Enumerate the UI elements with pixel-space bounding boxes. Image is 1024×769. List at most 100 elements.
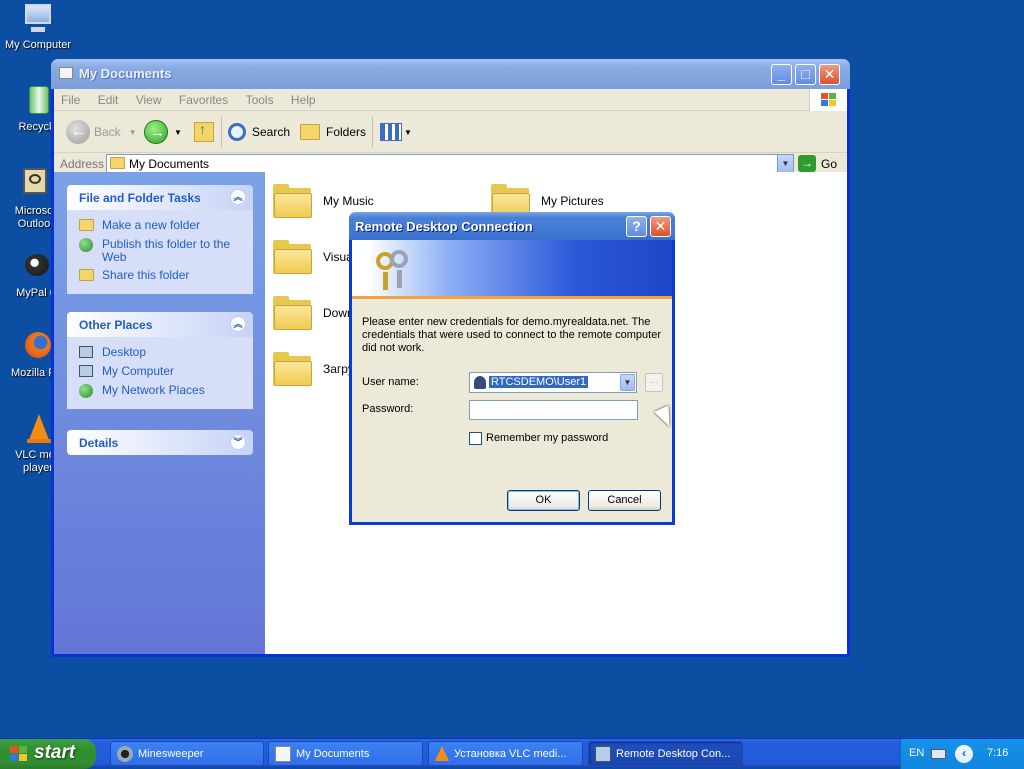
system-tray: EN ‹ 7:16 bbox=[900, 739, 1024, 769]
help-button[interactable]: ? bbox=[626, 216, 647, 237]
credentials-message: Please enter new credentials for demo.my… bbox=[362, 316, 661, 354]
folders-button[interactable]: Folders bbox=[300, 119, 366, 145]
menu-file[interactable]: File bbox=[54, 89, 87, 107]
new-folder-icon bbox=[79, 219, 95, 233]
search-label: Search bbox=[252, 125, 291, 139]
panel-body: Desktop My Computer My Network Places bbox=[67, 337, 253, 409]
computer-icon bbox=[21, 2, 55, 36]
menu-tools[interactable]: Tools bbox=[239, 89, 281, 107]
close-button[interactable]: ✕ bbox=[650, 216, 671, 237]
share-folder-icon bbox=[79, 269, 95, 283]
item-label: My Pictures bbox=[541, 194, 604, 208]
panel-title: Other Places bbox=[79, 318, 153, 332]
back-dropdown-icon: ▼ bbox=[128, 127, 137, 137]
ok-button[interactable]: OK bbox=[507, 490, 580, 511]
network-icon bbox=[79, 384, 95, 398]
go-arrow-icon[interactable]: → bbox=[798, 155, 816, 172]
taskbar-item-remote-desktop[interactable]: Remote Desktop Con... bbox=[588, 741, 743, 766]
task-label: Share this folder bbox=[102, 268, 190, 282]
remember-password-checkbox[interactable] bbox=[469, 432, 482, 445]
place-my-computer[interactable]: My Computer bbox=[79, 365, 243, 379]
clock[interactable]: 7:16 bbox=[987, 747, 1008, 759]
taskbar-item-my-documents[interactable]: My Documents bbox=[268, 741, 423, 766]
search-button[interactable]: Search bbox=[228, 119, 290, 145]
minesweeper-icon bbox=[117, 745, 133, 762]
username-combobox[interactable]: RTCSDEMO\User1 ▼ bbox=[469, 372, 637, 393]
firefox-icon bbox=[19, 330, 53, 364]
collapse-chevron-icon[interactable]: ︽ bbox=[230, 316, 246, 332]
views-button[interactable]: ▼ bbox=[380, 119, 412, 145]
place-desktop[interactable]: Desktop bbox=[79, 346, 243, 360]
expand-chevron-icon[interactable]: ︾ bbox=[230, 434, 246, 450]
taskbar-item-minesweeper[interactable]: Minesweeper bbox=[110, 741, 264, 766]
up-folder-button[interactable]: ↑ bbox=[194, 119, 214, 145]
password-input[interactable] bbox=[469, 400, 638, 420]
folder-item-downloads[interactable]: Down bbox=[273, 296, 354, 330]
views-dropdown-icon: ▼ bbox=[404, 127, 412, 137]
remote-desktop-icon bbox=[595, 745, 611, 762]
browse-users-button[interactable]: ... bbox=[645, 373, 663, 392]
place-label: My Network Places bbox=[102, 383, 205, 397]
forward-button[interactable]: → ▼ bbox=[144, 119, 182, 145]
task-label: Publish this folder to the Web bbox=[102, 237, 231, 264]
language-indicator[interactable]: EN bbox=[909, 747, 924, 759]
menu-favorites[interactable]: Favorites bbox=[172, 89, 235, 107]
task-label: Make a new folder bbox=[102, 218, 201, 232]
file-folder-tasks-panel: File and Folder Tasks ︽ Make a new folde… bbox=[67, 185, 253, 294]
standard-toolbar: ← Back ▼ → ▼ ↑ Search Folders ▼ bbox=[54, 111, 847, 153]
go-button[interactable]: Go bbox=[821, 157, 837, 171]
explorer-titlebar[interactable]: My Documents _ □ ✕ bbox=[51, 59, 850, 89]
taskbar: start Minesweeper My Documents Установка… bbox=[0, 738, 1024, 769]
windows-logo-icon bbox=[10, 746, 28, 762]
taskbar-item-vlc-setup[interactable]: Установка VLC medi... bbox=[428, 741, 583, 766]
menu-help[interactable]: Help bbox=[284, 89, 323, 107]
panel-header[interactable]: File and Folder Tasks ︽ bbox=[67, 185, 253, 210]
task-make-new-folder[interactable]: Make a new folder bbox=[79, 219, 243, 233]
username-label: User name: bbox=[362, 376, 419, 388]
toolbar-separator bbox=[221, 117, 222, 147]
folder-window-icon bbox=[275, 745, 291, 762]
address-dropdown-button[interactable]: ▼ bbox=[777, 155, 793, 172]
keyboard-icon[interactable] bbox=[931, 749, 946, 759]
cancel-button[interactable]: Cancel bbox=[588, 490, 661, 511]
dialog-banner bbox=[352, 240, 672, 299]
dialog-title: Remote Desktop Connection bbox=[355, 219, 533, 234]
panel-header[interactable]: Other Places ︽ bbox=[67, 312, 253, 337]
collapse-chevron-icon[interactable]: ︽ bbox=[230, 189, 246, 205]
back-button[interactable]: ← Back ▼ bbox=[66, 119, 137, 145]
user-icon bbox=[474, 376, 486, 389]
folder-window-icon bbox=[59, 67, 73, 79]
close-button[interactable]: ✕ bbox=[819, 64, 840, 85]
folder-item-zagruzki[interactable]: Загру bbox=[273, 352, 354, 386]
folder-icon bbox=[273, 352, 313, 386]
panel-title: Details bbox=[79, 436, 119, 450]
mypal-icon bbox=[19, 250, 53, 284]
keys-icon bbox=[370, 248, 414, 292]
minimize-button[interactable]: _ bbox=[771, 64, 792, 85]
task-publish-folder[interactable]: Publish this folder to the Web bbox=[79, 238, 243, 264]
task-label: My Documents bbox=[296, 747, 370, 760]
maximize-button[interactable]: □ bbox=[795, 64, 816, 85]
desktop-icon-my-computer[interactable]: My Computer bbox=[0, 2, 76, 52]
address-label: Address bbox=[60, 157, 105, 171]
menu-edit[interactable]: Edit bbox=[91, 89, 126, 107]
place-my-network-places[interactable]: My Network Places bbox=[79, 384, 243, 398]
up-folder-icon: ↑ bbox=[194, 121, 214, 142]
address-input[interactable]: My Documents ▼ bbox=[106, 154, 794, 173]
dialog-titlebar[interactable]: Remote Desktop Connection ? ✕ bbox=[349, 212, 675, 240]
task-share-folder[interactable]: Share this folder bbox=[79, 269, 243, 283]
show-hidden-icons-icon[interactable]: ‹ bbox=[955, 745, 973, 763]
folder-item-visual[interactable]: Visual bbox=[273, 240, 355, 274]
desktop-icon bbox=[79, 346, 95, 360]
username-dropdown-button[interactable]: ▼ bbox=[620, 374, 635, 391]
start-button[interactable]: start bbox=[0, 739, 96, 769]
forward-arrow-icon: → bbox=[144, 120, 168, 144]
menu-view[interactable]: View bbox=[129, 89, 169, 107]
menu-bar: File Edit View Favorites Tools Help bbox=[54, 89, 847, 111]
views-icon bbox=[380, 123, 402, 141]
remember-password-label[interactable]: Remember my password bbox=[486, 432, 608, 444]
folders-label: Folders bbox=[326, 125, 367, 139]
vlc-cone-icon bbox=[435, 746, 449, 761]
panel-header[interactable]: Details ︾ bbox=[67, 430, 253, 455]
vlc-cone-icon bbox=[21, 412, 55, 446]
